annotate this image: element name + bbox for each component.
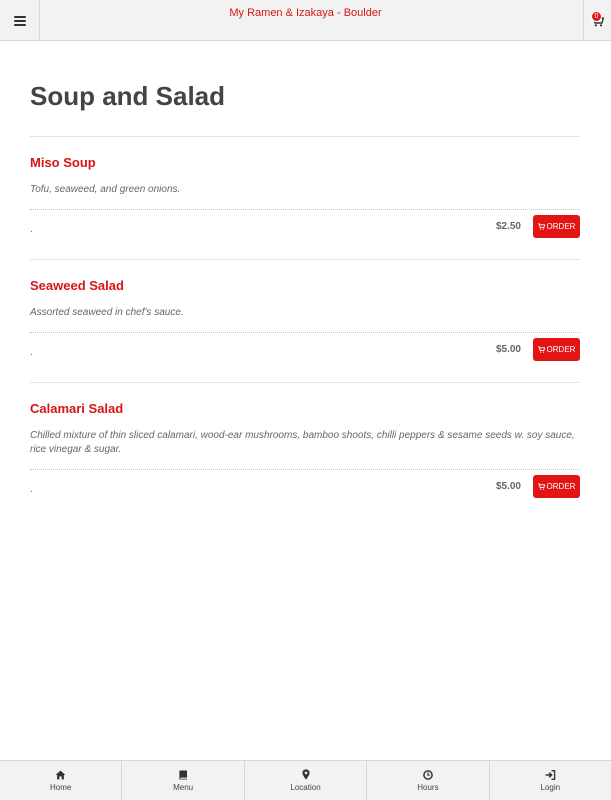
sign-in-icon <box>545 769 556 780</box>
item-description: Assorted seaweed in chef's sauce. <box>30 307 184 318</box>
tab-label: Menu <box>173 782 194 792</box>
tab-login[interactable]: Login <box>490 761 611 800</box>
main-content: Soup and Salad Miso Soup Tofu, seaweed, … <box>30 41 580 519</box>
tab-label: Hours <box>417 782 439 792</box>
home-icon <box>55 770 66 779</box>
item-option-label: . <box>30 484 33 495</box>
cart-plus-icon <box>537 223 545 230</box>
order-button[interactable]: ORDER <box>533 338 580 361</box>
top-bar: My Ramen & Izakaya - Boulder 0 <box>0 0 611 41</box>
item-price-row: . $5.00 ORDER <box>30 332 580 382</box>
item-price: $2.50 <box>495 221 521 232</box>
menu-toggle-button[interactable] <box>0 0 40 41</box>
tab-menu[interactable]: Menu <box>122 761 245 800</box>
item-description: Tofu, seaweed, and green onions. <box>30 184 181 195</box>
tab-label: Home <box>50 782 72 792</box>
menu-item: Seaweed Salad Assorted seaweed in chef's… <box>30 260 580 383</box>
bottom-tab-bar: Home Menu Location Hours Login <box>0 760 611 800</box>
cart-count-badge: 0 <box>591 11 602 22</box>
order-button-label: ORDER <box>546 345 576 354</box>
item-name[interactable]: Miso Soup <box>30 155 580 171</box>
order-button[interactable]: ORDER <box>533 215 580 238</box>
item-price-row: . $5.00 ORDER <box>30 469 580 519</box>
cart-button[interactable]: 0 <box>583 0 611 41</box>
site-title[interactable]: My Ramen & Izakaya - Boulder <box>40 7 571 19</box>
map-pin-icon <box>301 769 310 780</box>
tab-hours[interactable]: Hours <box>367 761 490 800</box>
menu-item: Miso Soup Tofu, seaweed, and green onion… <box>30 137 580 260</box>
item-price: $5.00 <box>495 344 521 355</box>
order-button-label: ORDER <box>546 482 576 491</box>
tab-label: Login <box>540 782 561 792</box>
book-icon <box>179 770 188 779</box>
hamburger-icon <box>13 15 26 26</box>
menu-item: Calamari Salad Chilled mixture of thin s… <box>30 383 580 519</box>
item-description: Chilled mixture of thin sliced calamari,… <box>30 430 575 455</box>
order-button-label: ORDER <box>546 222 576 231</box>
cart-plus-icon <box>537 483 545 490</box>
order-button[interactable]: ORDER <box>533 475 580 498</box>
item-price-row: . $2.50 ORDER <box>30 209 580 259</box>
tab-location[interactable]: Location <box>245 761 368 800</box>
item-option-label: . <box>30 347 33 358</box>
item-price: $5.00 <box>495 481 521 492</box>
cart-plus-icon <box>537 346 545 353</box>
tab-home[interactable]: Home <box>0 761 123 800</box>
item-name[interactable]: Calamari Salad <box>30 401 580 417</box>
tab-label: Location <box>290 783 321 792</box>
item-name[interactable]: Seaweed Salad <box>30 278 580 294</box>
page-title: Soup and Salad <box>30 81 226 111</box>
item-option-label: . <box>30 224 33 235</box>
clock-icon <box>423 769 433 780</box>
